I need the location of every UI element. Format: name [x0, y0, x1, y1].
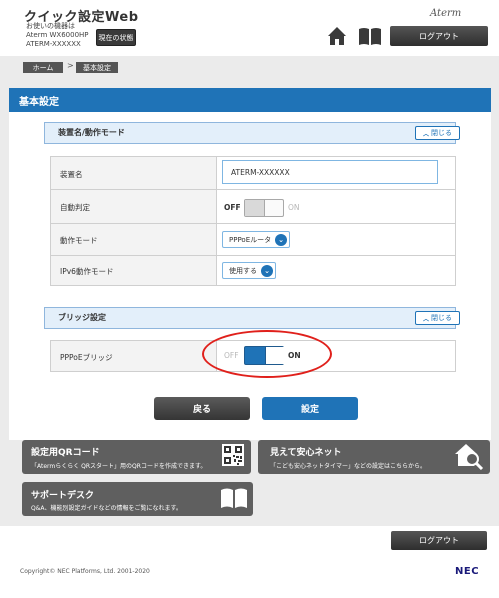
- section-title-device: 装置名/動作モード: [58, 128, 125, 137]
- auto-detect-off-label: OFF: [224, 203, 241, 212]
- page-title-bar: [9, 88, 491, 112]
- nec-logo: NEC: [455, 566, 480, 577]
- collapse-device-section-button[interactable]: ︿ 閉じる: [415, 126, 460, 140]
- ipv6-mode-label: IPv6動作モード: [60, 267, 114, 276]
- house-search-icon: [454, 442, 484, 471]
- chevron-up-icon: ︿: [422, 315, 429, 323]
- device-model: Aterm WX6000HP: [26, 31, 89, 39]
- collapse-label: 閉じる: [431, 314, 452, 322]
- device-hostname: ATERM-XXXXXX: [26, 40, 81, 48]
- copyright-text: Copyright© NEC Platforms, Ltd. 2001-2020: [20, 568, 150, 575]
- toggle-knob: [245, 200, 265, 216]
- logout-button-bottom[interactable]: ログアウト: [391, 531, 487, 550]
- operation-mode-label: 動作モード: [60, 236, 98, 245]
- pppoe-bridge-label: PPPoEブリッジ: [60, 353, 113, 362]
- chevron-down-icon: ⌄: [261, 265, 273, 277]
- breadcrumb-current: 基本設定: [76, 62, 118, 73]
- auto-detect-on-label: ON: [288, 203, 300, 212]
- chevron-down-icon: ⌄: [275, 234, 287, 246]
- safety-net-card-description: 「こども安心ネットタイマー」などの設定はこちらから。: [270, 463, 427, 470]
- section-title-bridge: ブリッジ設定: [58, 313, 106, 322]
- book-icon[interactable]: [358, 27, 382, 46]
- aterm-logo: Aterm: [430, 8, 462, 19]
- breadcrumb-home-link[interactable]: ホーム: [23, 62, 63, 73]
- support-card-description: Q&A、機能別設定ガイドなどの情報をご覧になれます。: [31, 505, 182, 512]
- save-button[interactable]: 設定: [262, 397, 358, 420]
- device-name-input[interactable]: ATERM-XXXXXX: [222, 160, 438, 184]
- logout-button-top[interactable]: ログアウト: [390, 26, 488, 46]
- support-card-title: サポートデスク: [31, 491, 95, 501]
- current-status-button[interactable]: 現在の状態: [96, 29, 136, 46]
- collapse-bridge-section-button[interactable]: ︿ 閉じる: [415, 311, 460, 325]
- ipv6-mode-select[interactable]: 使用する ⌄: [222, 262, 276, 279]
- breadcrumb: [0, 56, 499, 78]
- open-book-icon: [220, 487, 248, 509]
- device-info-caption: お使いの機器は: [26, 22, 75, 30]
- home-icon[interactable]: [327, 26, 347, 46]
- operation-mode-value: PPPoEルータ: [229, 235, 272, 244]
- chevron-up-icon: ︿: [422, 130, 429, 138]
- back-button[interactable]: 戻る: [154, 397, 250, 420]
- auto-detect-label: 自動判定: [60, 203, 90, 212]
- ipv6-mode-value: 使用する: [229, 266, 257, 275]
- safety-net-card-title: 見えて安心ネット: [270, 448, 342, 458]
- qr-code-icon: [222, 444, 244, 466]
- auto-detect-toggle[interactable]: [244, 199, 284, 217]
- qr-card-description: 「Atermらくらく QRスタート」用のQRコードを作成できます。: [31, 463, 207, 470]
- highlight-annotation: [202, 330, 332, 378]
- breadcrumb-separator: >: [67, 61, 74, 70]
- operation-mode-select[interactable]: PPPoEルータ ⌄: [222, 231, 290, 248]
- collapse-label: 閉じる: [431, 129, 452, 137]
- page-title: 基本設定: [19, 97, 59, 108]
- device-name-label: 装置名: [60, 170, 83, 179]
- qr-card-title: 設定用QRコード: [31, 448, 100, 458]
